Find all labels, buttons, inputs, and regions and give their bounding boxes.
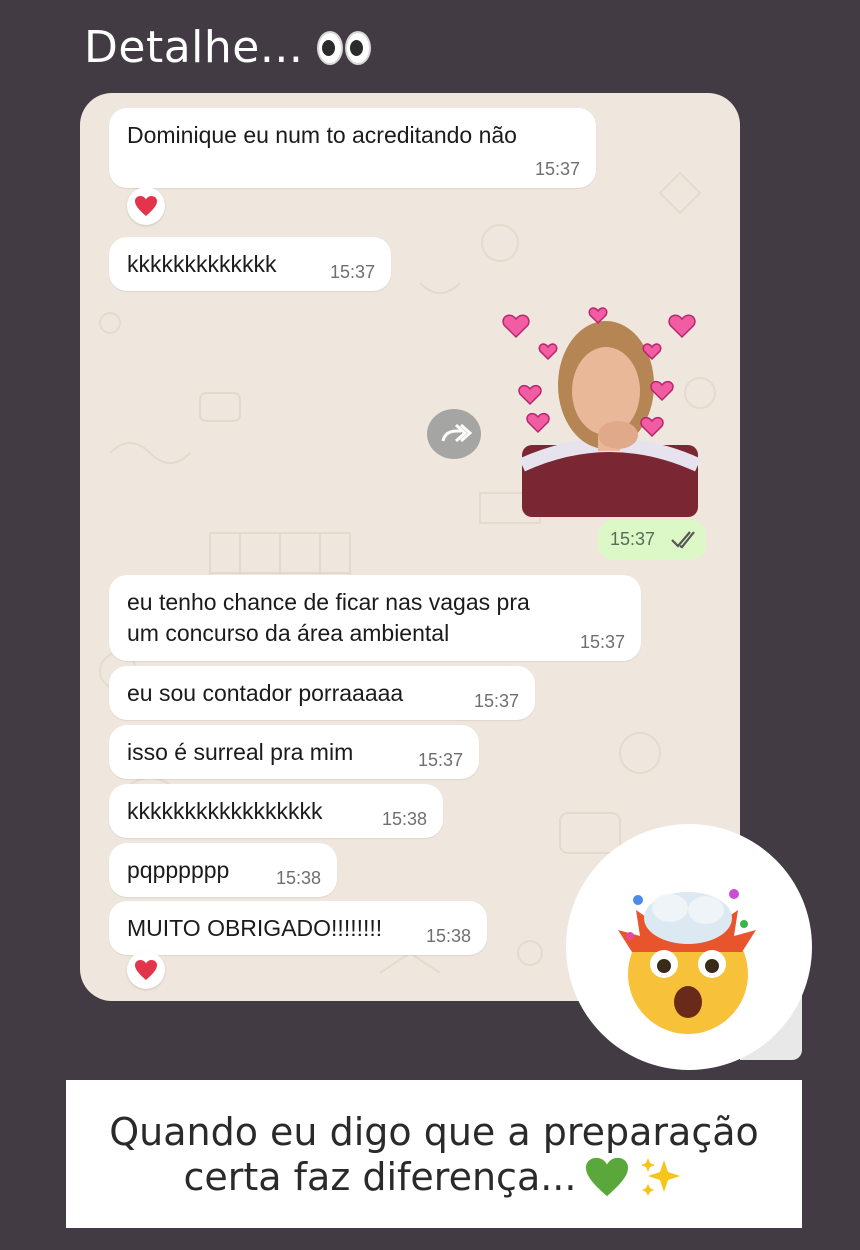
exploding-head-emoji	[618, 889, 756, 1034]
message-bubble[interactable]: eu tenho chance de ficar nas vagas pra u…	[109, 575, 641, 661]
message-bubble[interactable]: kkkkkkkkkkkkkkkkk 15:38	[109, 784, 443, 838]
sparkles-emoji	[641, 1158, 681, 1196]
eyes-emoji	[317, 30, 372, 65]
message-text: isso é surreal pra mim	[127, 739, 354, 765]
heart-icon	[135, 196, 157, 216]
message-bubble[interactable]: isso é surreal pra mim 15:37	[109, 725, 479, 779]
caption-line-1: Quando eu digo que a preparação	[109, 1110, 759, 1154]
left-eye	[317, 30, 344, 65]
message-time: 15:37	[610, 529, 656, 549]
message-time: 15:37	[534, 159, 580, 179]
message-bubble[interactable]: MUITO OBRIGADO!!!!!!!! 15:38	[109, 901, 487, 955]
message-text: Dominique eu num to acreditando não	[127, 122, 517, 148]
message-text: eu tenho chance de ficar nas vagas pra	[127, 589, 530, 615]
message-text: eu sou contador porraaaaa	[127, 680, 404, 706]
caption-line-2: certa faz diferença...	[183, 1155, 577, 1199]
message-bubble[interactable]: kkkkkkkkkkkkk 15:37	[109, 237, 391, 291]
forward-button[interactable]	[427, 409, 481, 459]
message-time: 15:37	[329, 262, 375, 282]
message-time: 15:38	[381, 809, 427, 829]
heart-icon	[135, 960, 157, 980]
message-bubble[interactable]: Dominique eu num to acreditando não 15:3…	[109, 108, 596, 188]
message-time: 15:38	[275, 868, 321, 888]
read-double-check-icon	[671, 531, 695, 549]
message-time: 15:38	[425, 926, 471, 946]
caption-line-2-row: certa faz diferença...	[66, 1154, 802, 1200]
message-bubble[interactable]: eu sou contador porraaaaa 15:37	[109, 666, 535, 720]
message-time: 15:37	[417, 750, 463, 770]
message-time: 15:37	[579, 632, 625, 652]
message-bubble[interactable]: pqpppppp 15:38	[109, 843, 337, 897]
message-text: MUITO OBRIGADO!!!!!!!!	[127, 915, 383, 941]
heart-reaction[interactable]	[127, 187, 165, 225]
caption-box: Quando eu digo que a preparação certa fa…	[66, 1080, 802, 1228]
story-title-row: Detalhe...	[84, 22, 372, 73]
message-text: kkkkkkkkkkkkkkkkk	[127, 798, 323, 824]
exploding-head-sticker	[566, 824, 812, 1070]
green-heart-emoji	[586, 1157, 629, 1197]
sticker-image[interactable]	[502, 305, 712, 517]
story-title: Detalhe...	[84, 22, 304, 73]
message-time: 15:37	[473, 691, 519, 711]
caption: Quando eu digo que a preparação certa fa…	[66, 1110, 802, 1200]
forward-icon	[441, 423, 473, 443]
outgoing-message-meta: 15:37	[598, 520, 706, 560]
message-text-line2: um concurso da área ambiental	[127, 620, 450, 646]
right-eye	[345, 30, 372, 65]
heart-reaction[interactable]	[127, 951, 165, 989]
